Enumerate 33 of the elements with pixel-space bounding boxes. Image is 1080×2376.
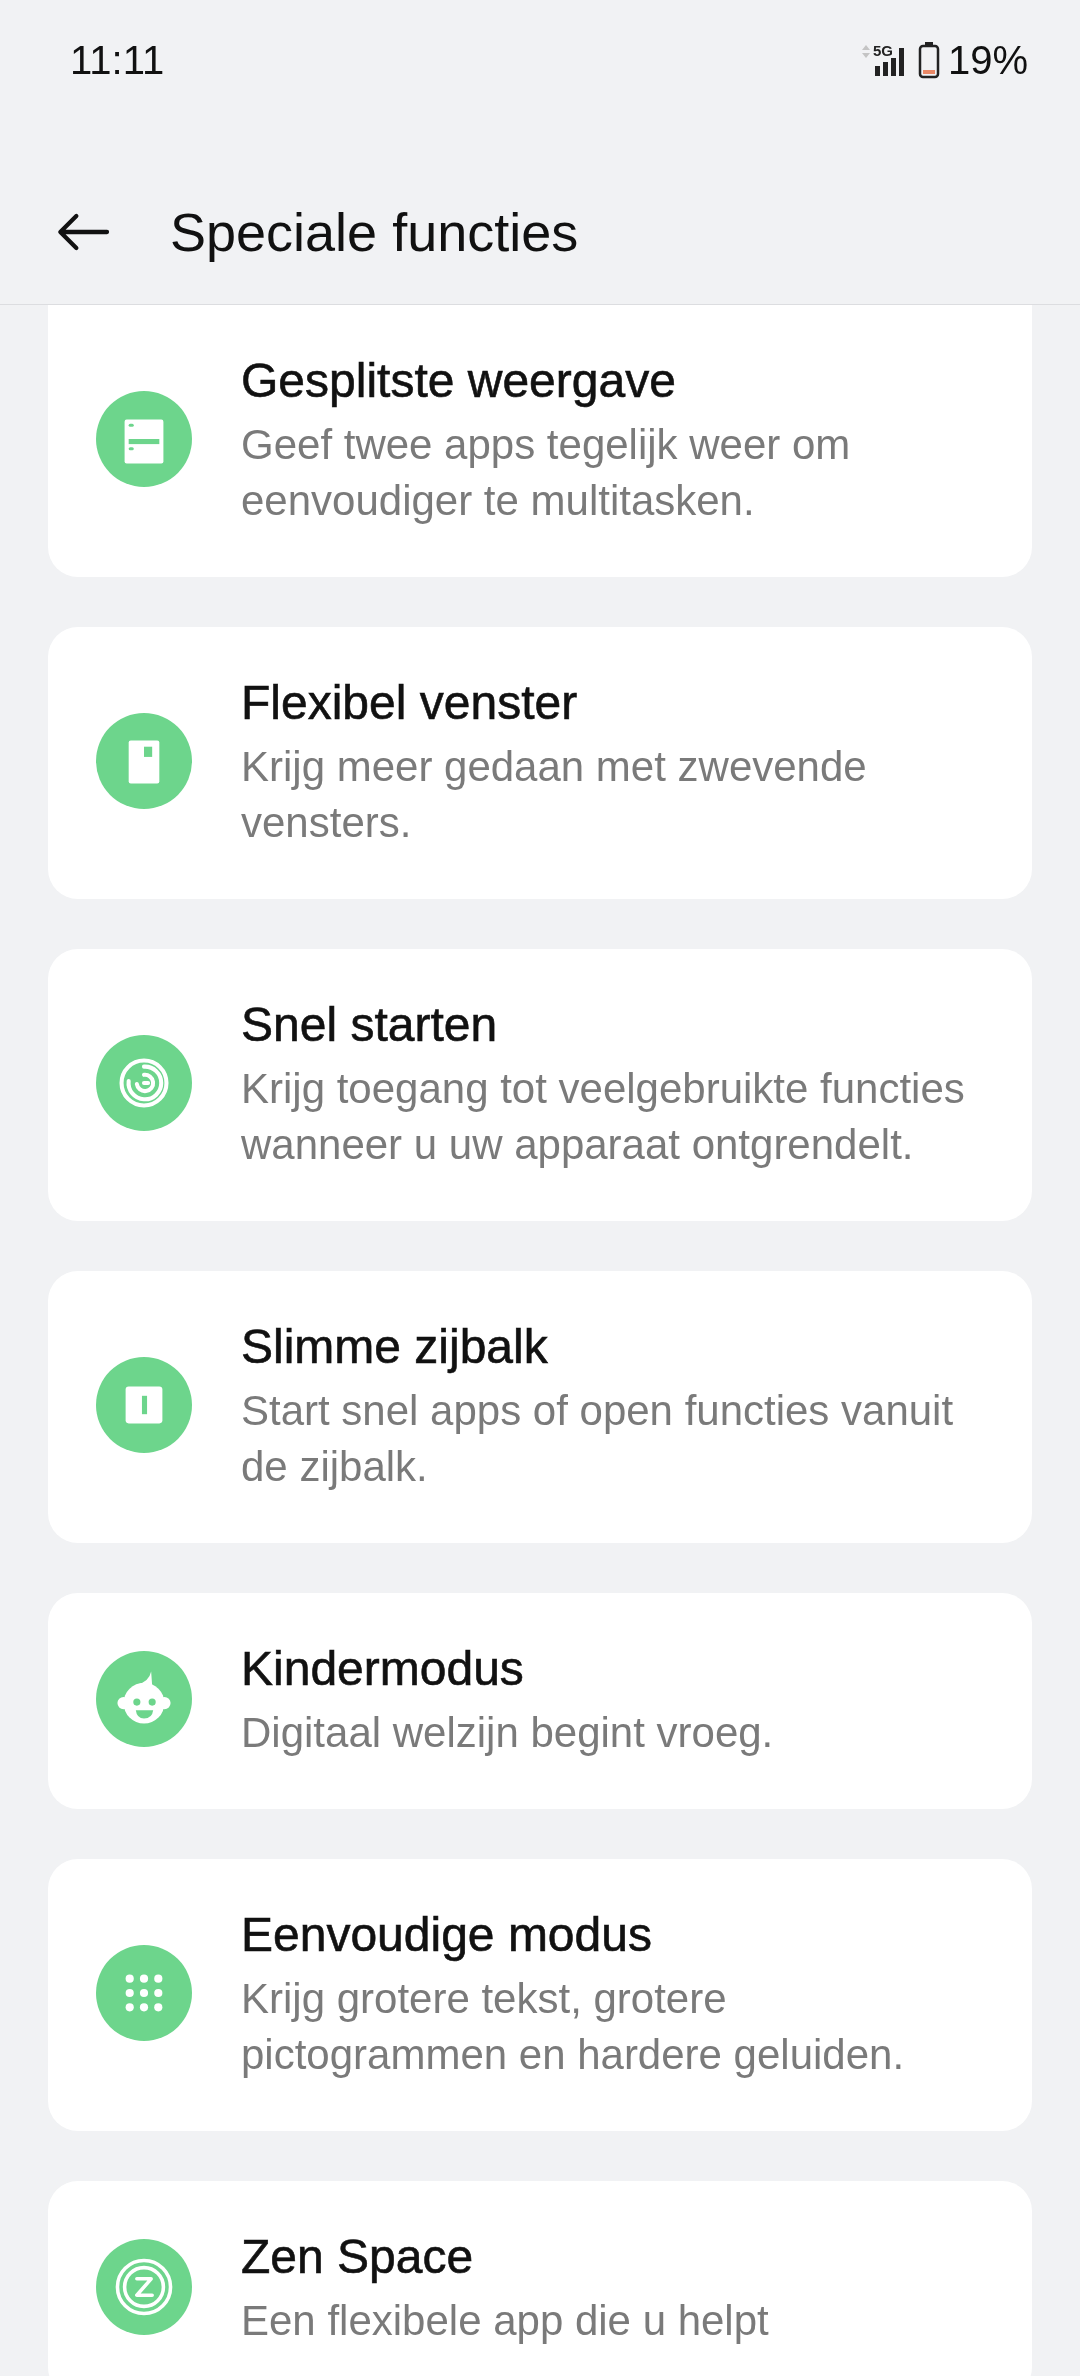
floating-window-icon xyxy=(96,713,192,809)
dot-grid-icon xyxy=(96,1945,192,2041)
feature-description: Een flexibele app die u helpt xyxy=(241,2296,769,2346)
feature-description: Start snel apps of open functies vanuit de zijbalk. xyxy=(241,1386,955,1492)
feature-title: Kindermodus xyxy=(241,1641,525,1697)
feature-card[interactable]: Gesplitste weergave Geef twee apps tegelijk weer om eenvoudiger te multitasken. xyxy=(48,305,1032,577)
status-time: 11:11 xyxy=(70,37,165,83)
back-arrow-icon[interactable] xyxy=(56,212,110,252)
feature-title: Slimme zijbalk xyxy=(241,1319,549,1375)
feature-title: Gesplitste weergave xyxy=(241,353,677,409)
feature-card[interactable]: Zen Space Een flexibele app die u helpt xyxy=(48,2181,1032,2376)
page-title: Speciale functies xyxy=(170,201,579,263)
feature-description: Geef twee apps tegelijk weer om eenvoudiger te multitasken. xyxy=(241,420,852,526)
split-screen-icon xyxy=(96,391,192,487)
feature-description: Digitaal welzijn begint vroeg. xyxy=(241,1708,774,1758)
feature-title: Snel starten xyxy=(241,997,499,1053)
feature-title: Eenvoudige modus xyxy=(241,1907,653,1963)
battery-icon xyxy=(917,41,940,79)
feature-card[interactable]: Kindermodus Digitaal welzijn begint vroeg. xyxy=(48,1593,1032,1809)
feature-card[interactable]: Flexibel venster Krijg meer gedaan met zwevende vensters. xyxy=(48,627,1032,899)
feature-title: Flexibel venster xyxy=(241,675,579,731)
feature-card[interactable]: Eenvoudige modus Krijg grotere tekst, grotere pictogrammen en hardere geluiden. xyxy=(48,1859,1032,2131)
sidebar-icon xyxy=(96,1357,192,1453)
baby-face-icon xyxy=(96,1651,192,1747)
feature-description: Krijg grotere tekst, grotere pictogrammen en hardere geluiden. xyxy=(241,1974,906,2080)
feature-description: Krijg toegang tot veelgebruikte functies wanneer u uw apparaat ontgrendelt. xyxy=(241,1064,966,1170)
spiral-icon xyxy=(96,1035,192,1131)
feature-description: Krijg meer gedaan met zwevende vensters. xyxy=(241,742,868,848)
zen-z-icon xyxy=(96,2239,192,2335)
feature-card[interactable]: Snel starten Krijg toegang tot veelgebruikte functies wanneer u uw apparaat ontgrendelt. xyxy=(48,949,1032,1221)
feature-title: Zen Space xyxy=(241,2229,475,2285)
feature-card[interactable]: Slimme zijbalk Start snel apps of open functies vanuit de zijbalk. xyxy=(48,1271,1032,1543)
battery-percent: 19% xyxy=(947,37,1028,83)
